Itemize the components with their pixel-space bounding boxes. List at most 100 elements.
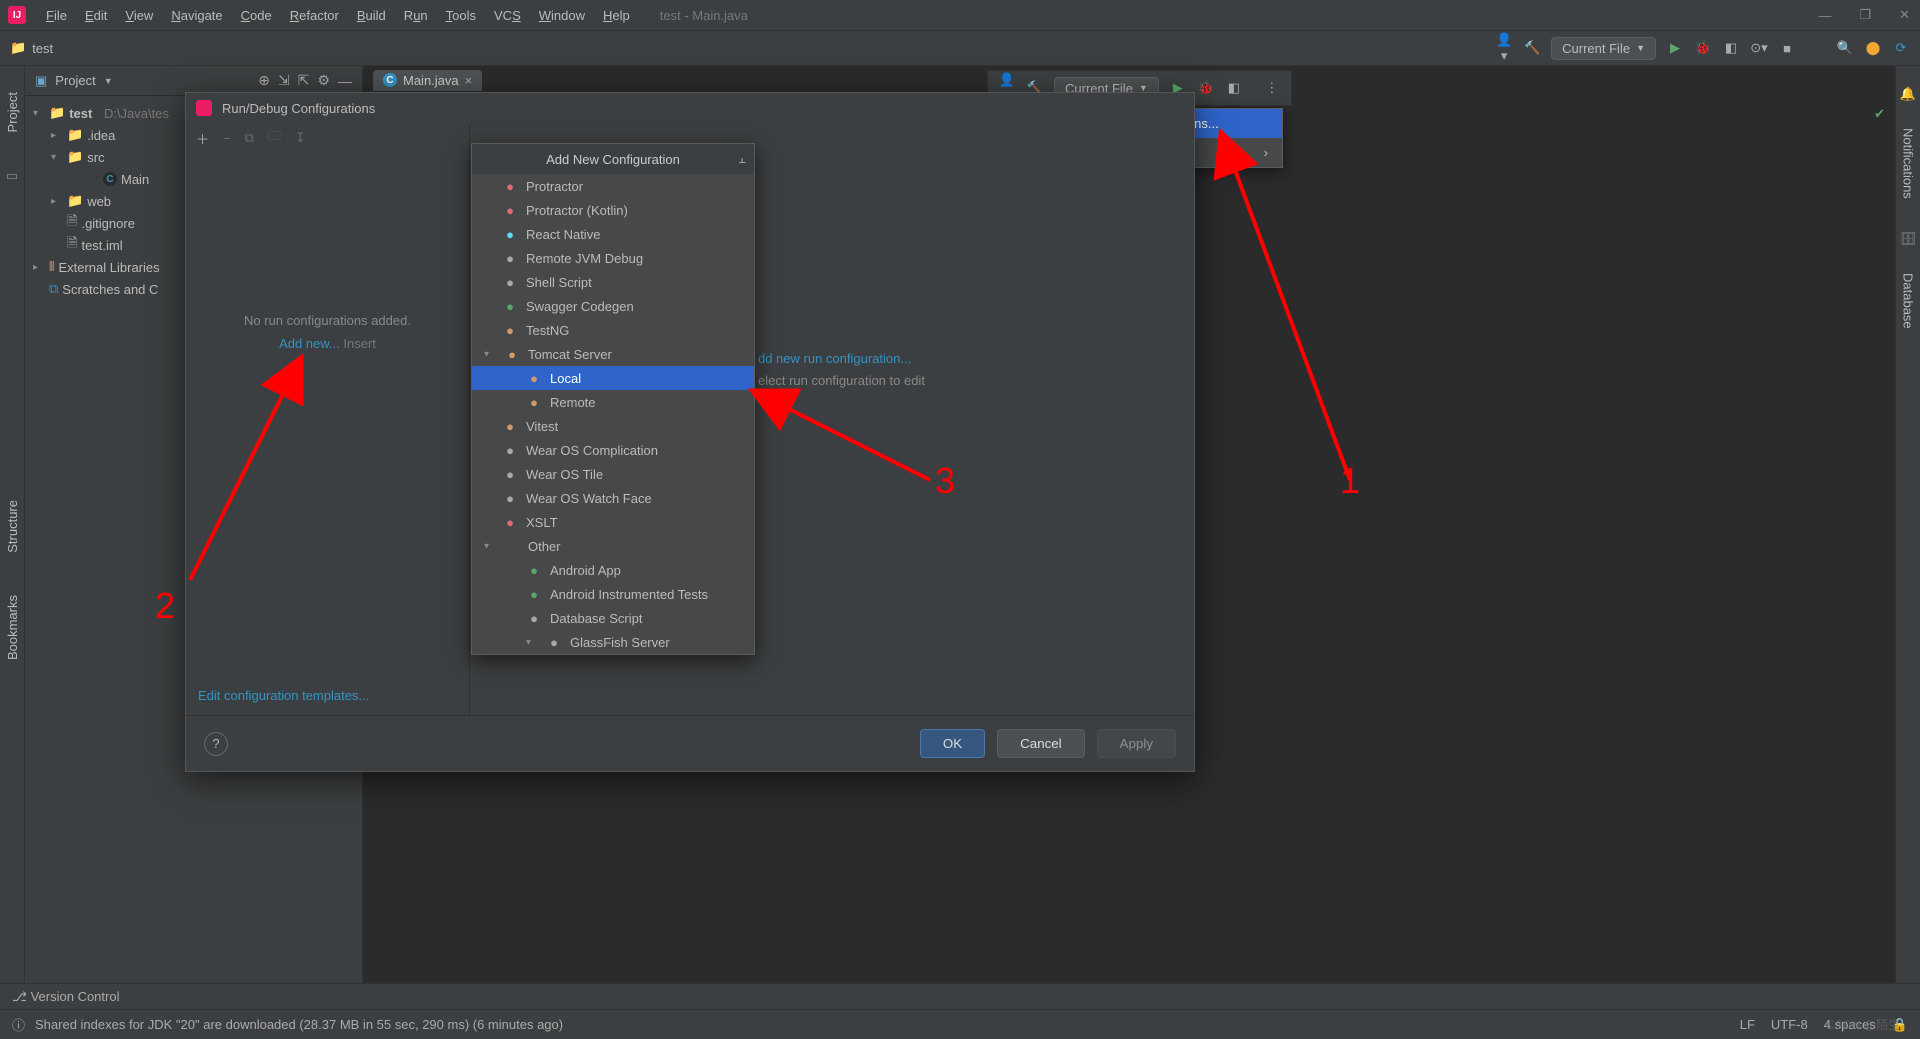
help-button[interactable]: ? bbox=[204, 732, 228, 756]
menu-file[interactable]: File bbox=[38, 4, 75, 27]
run-config-selector[interactable]: Current File ▼ bbox=[1551, 37, 1656, 60]
cfg-item-xslt[interactable]: ●XSLT bbox=[472, 510, 754, 534]
editor-tab-main[interactable]: C Main.java × bbox=[373, 70, 482, 91]
user-icon[interactable]: 👤▾ bbox=[1495, 32, 1513, 64]
cfg-item-wear-os-tile[interactable]: ●Wear OS Tile bbox=[472, 462, 754, 486]
copy-config-icon[interactable]: ⧉ bbox=[245, 130, 254, 146]
code-with-me-icon[interactable]: ⟳ bbox=[1892, 40, 1910, 56]
ide-update-icon[interactable]: ⬤ bbox=[1864, 40, 1882, 56]
sort-config-icon[interactable]: ↧ bbox=[295, 130, 306, 146]
window-title: test - Main.java bbox=[660, 8, 748, 23]
main-toolbar: 📁 test 👤▾ 🔨 Current File ▼ ▶ 🐞 ◧ ⊙▾ ■ 🔍 … bbox=[0, 30, 1920, 66]
cfg-item-shell-script[interactable]: ●Shell Script bbox=[472, 270, 754, 294]
cfg-item-remote[interactable]: ●Remote bbox=[472, 390, 754, 414]
cfg-item-other[interactable]: ▾Other bbox=[472, 534, 754, 558]
cfg-item-android-instrumented-tests[interactable]: ●Android Instrumented Tests bbox=[472, 582, 754, 606]
cancel-button[interactable]: Cancel bbox=[997, 729, 1085, 758]
status-info-icon[interactable]: ⓘ bbox=[12, 1015, 25, 1034]
debug-icon[interactable]: 🐞 bbox=[1197, 80, 1215, 96]
cfg-item-wear-os-watch-face[interactable]: ●Wear OS Watch Face bbox=[472, 486, 754, 510]
collapse-all-icon[interactable]: ⇱ bbox=[298, 72, 310, 89]
breadcrumb-project[interactable]: test bbox=[32, 41, 53, 56]
menu-build[interactable]: Build bbox=[349, 4, 394, 27]
rail-structure[interactable]: Structure bbox=[5, 494, 20, 559]
cfg-item-database-script[interactable]: ●Database Script bbox=[472, 606, 754, 630]
stop-icon[interactable]: ■ bbox=[1778, 41, 1796, 56]
annotation-1: 1 bbox=[1340, 460, 1360, 502]
tab-version-control[interactable]: ⎇ Version Control bbox=[12, 989, 119, 1005]
hide-icon[interactable]: — bbox=[338, 73, 352, 89]
menu-help[interactable]: Help bbox=[595, 4, 638, 27]
build-icon[interactable]: 🔨 bbox=[1523, 40, 1541, 56]
cfg-item-wear-os-complication[interactable]: ●Wear OS Complication bbox=[472, 438, 754, 462]
menubar: IJ File Edit View Navigate Code Refactor… bbox=[0, 0, 1920, 30]
run-config-label: Current File bbox=[1562, 41, 1630, 56]
bottom-tool-tabs: ⎇ Version Control bbox=[0, 983, 1920, 1009]
cfg-item-android-app[interactable]: ●Android App bbox=[472, 558, 754, 582]
cfg-item-glassfish-server[interactable]: ▾●GlassFish Server bbox=[472, 630, 754, 654]
more-icon[interactable]: ⋮ bbox=[1263, 80, 1281, 96]
window-minimize-icon[interactable]: — bbox=[1818, 8, 1831, 23]
coverage-icon[interactable]: ◧ bbox=[1225, 80, 1243, 96]
cfg-item-vitest[interactable]: ●Vitest bbox=[472, 414, 754, 438]
rail-square-icon[interactable]: ▭ bbox=[6, 168, 18, 184]
cfg-item-protractor-kotlin-[interactable]: ●Protractor (Kotlin) bbox=[472, 198, 754, 222]
window-maximize-icon[interactable]: ❐ bbox=[1859, 7, 1871, 23]
status-encoding[interactable]: UTF-8 bbox=[1771, 1017, 1808, 1032]
settings-icon[interactable]: ⚙ bbox=[317, 72, 330, 89]
cfg-item-local[interactable]: ●Local bbox=[472, 366, 754, 390]
select-opened-file-icon[interactable]: ⊕ bbox=[258, 72, 270, 89]
apply-button[interactable]: Apply bbox=[1097, 729, 1176, 758]
debug-icon[interactable]: 🐞 bbox=[1694, 40, 1712, 56]
hint-select: elect run configuration to edit bbox=[758, 373, 925, 388]
rail-notifications[interactable]: Notifications bbox=[1901, 122, 1916, 205]
add-new-link[interactable]: Add new... bbox=[279, 336, 340, 351]
coverage-icon[interactable]: ◧ bbox=[1722, 40, 1740, 56]
expand-all-icon[interactable]: ⇲ bbox=[278, 72, 290, 89]
cfg-item-protractor[interactable]: ●Protractor bbox=[472, 174, 754, 198]
editor-tab-label: Main.java bbox=[403, 73, 459, 88]
app-logo-icon: IJ bbox=[8, 6, 26, 24]
rail-database[interactable]: Database bbox=[1901, 267, 1916, 335]
status-line-sep[interactable]: LF bbox=[1740, 1017, 1755, 1032]
notifications-bell-icon[interactable]: 🔔 bbox=[1900, 86, 1916, 102]
cfg-item-tomcat-server[interactable]: ▾●Tomcat Server bbox=[472, 342, 754, 366]
menu-refactor[interactable]: Refactor bbox=[282, 4, 347, 27]
ok-button[interactable]: OK bbox=[920, 729, 985, 758]
folder-icon: 📁 bbox=[10, 40, 26, 56]
add-config-icon[interactable]: ＋ bbox=[196, 129, 209, 148]
project-panel-title: Project bbox=[55, 73, 95, 88]
cfg-item-remote-jvm-debug[interactable]: ●Remote JVM Debug bbox=[472, 246, 754, 270]
popup-title: Add New Configuration bbox=[546, 152, 680, 167]
edit-templates-link[interactable]: Edit configuration templates... bbox=[198, 688, 369, 703]
cfg-item-swagger-codegen[interactable]: ●Swagger Codegen bbox=[472, 294, 754, 318]
remove-config-icon[interactable]: − bbox=[223, 131, 231, 146]
menu-vcs[interactable]: VCS bbox=[486, 4, 529, 27]
menu-window[interactable]: Window bbox=[531, 4, 593, 27]
menu-tools[interactable]: Tools bbox=[438, 4, 484, 27]
annotation-2: 2 bbox=[155, 585, 175, 627]
run-icon[interactable]: ▶ bbox=[1666, 40, 1684, 56]
status-message: Shared indexes for JDK "20" are download… bbox=[35, 1017, 563, 1032]
profile-icon[interactable]: ⊙▾ bbox=[1750, 40, 1768, 56]
close-tab-icon[interactable]: × bbox=[465, 73, 473, 88]
cfg-item-react-native[interactable]: ●React Native bbox=[472, 222, 754, 246]
folder-config-icon[interactable]: 🗀 bbox=[268, 127, 281, 149]
menu-navigate[interactable]: Navigate bbox=[163, 4, 230, 27]
menu-code[interactable]: Code bbox=[233, 4, 280, 27]
search-icon[interactable]: 🔍 bbox=[1836, 40, 1854, 56]
database-icon[interactable]: 🗄 bbox=[1900, 231, 1917, 247]
menu-view[interactable]: View bbox=[117, 4, 161, 27]
menu-edit[interactable]: Edit bbox=[77, 4, 115, 27]
window-close-icon[interactable]: ✕ bbox=[1899, 7, 1910, 23]
rail-bookmarks[interactable]: Bookmarks bbox=[5, 589, 20, 666]
menu-run[interactable]: Run bbox=[396, 4, 436, 27]
rail-project[interactable]: Project bbox=[5, 86, 20, 138]
chevron-down-icon[interactable]: ▼ bbox=[104, 76, 113, 86]
pin-icon[interactable]: ⫠ bbox=[738, 151, 746, 167]
cfg-item-testng[interactable]: ●TestNG bbox=[472, 318, 754, 342]
config-list-toolbar: ＋ − ⧉ 🗀 ↧ bbox=[186, 123, 469, 153]
hint-add-new[interactable]: dd new run configuration... bbox=[758, 351, 911, 366]
empty-config-message: No run configurations added. bbox=[244, 313, 411, 328]
inspection-ok-icon[interactable]: ✔ bbox=[1874, 106, 1885, 122]
